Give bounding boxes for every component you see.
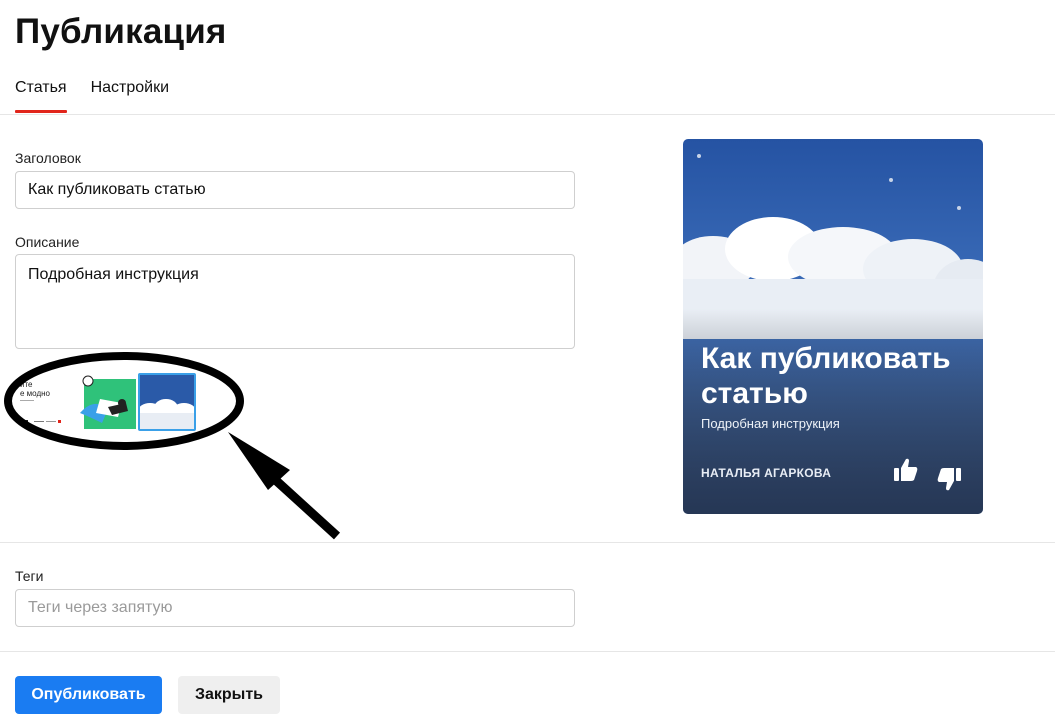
cover-thumbnail-clouds[interactable] [138,373,196,431]
illustration-cover-image [78,373,136,431]
annotation-arrow-shaft [266,471,341,540]
description-textarea[interactable]: Подробная инструкция [15,254,575,349]
title-field-label: Заголовок [15,150,81,166]
tags-input[interactable]: Теги через запятую [15,589,575,627]
thumbs-up-icon[interactable] [893,457,919,483]
cover-thumbnails: йте е модно [20,373,200,433]
article-preview-card: Как публиковать статью Подробная инструк… [683,139,983,514]
tabs-divider [0,114,1055,115]
section-divider [0,542,1055,543]
text-cover-line1: йте [20,380,33,389]
annotation-arrow-head [228,432,290,490]
footer-divider [0,651,1055,652]
tab-article[interactable]: Статья [15,79,67,113]
preview-author: НАТАЛЬЯ АГАРКОВА [701,466,832,480]
tags-input-placeholder: Теги через запятую [28,599,173,616]
text-cover-line2: е модно [20,389,51,398]
description-textarea-value: Подробная инструкция [28,266,199,283]
title-input[interactable]: Как публиковать статью [15,171,575,209]
cover-thumbnail-text[interactable]: йте е модно [20,373,78,431]
description-field-label: Описание [15,234,80,250]
page-title: Публикация [15,12,227,51]
thumbs-down-icon[interactable] [936,466,962,492]
preview-description: Подробная инструкция [701,416,840,431]
tags-field-label: Теги [15,568,44,584]
text-cover-image: йте е модно [20,373,78,431]
preview-title: Как публиковать статью [701,342,951,410]
clouds-cover-image [140,375,194,429]
tab-settings[interactable]: Настройки [91,79,169,111]
close-button[interactable]: Закрыть [178,676,280,714]
preview-background-image [683,139,983,514]
publish-button[interactable]: Опубликовать [15,676,162,714]
tab-bar: Статья Настройки [15,79,169,113]
cover-thumbnail-illustration[interactable] [78,373,136,431]
title-input-value: Как публиковать статью [28,181,206,198]
